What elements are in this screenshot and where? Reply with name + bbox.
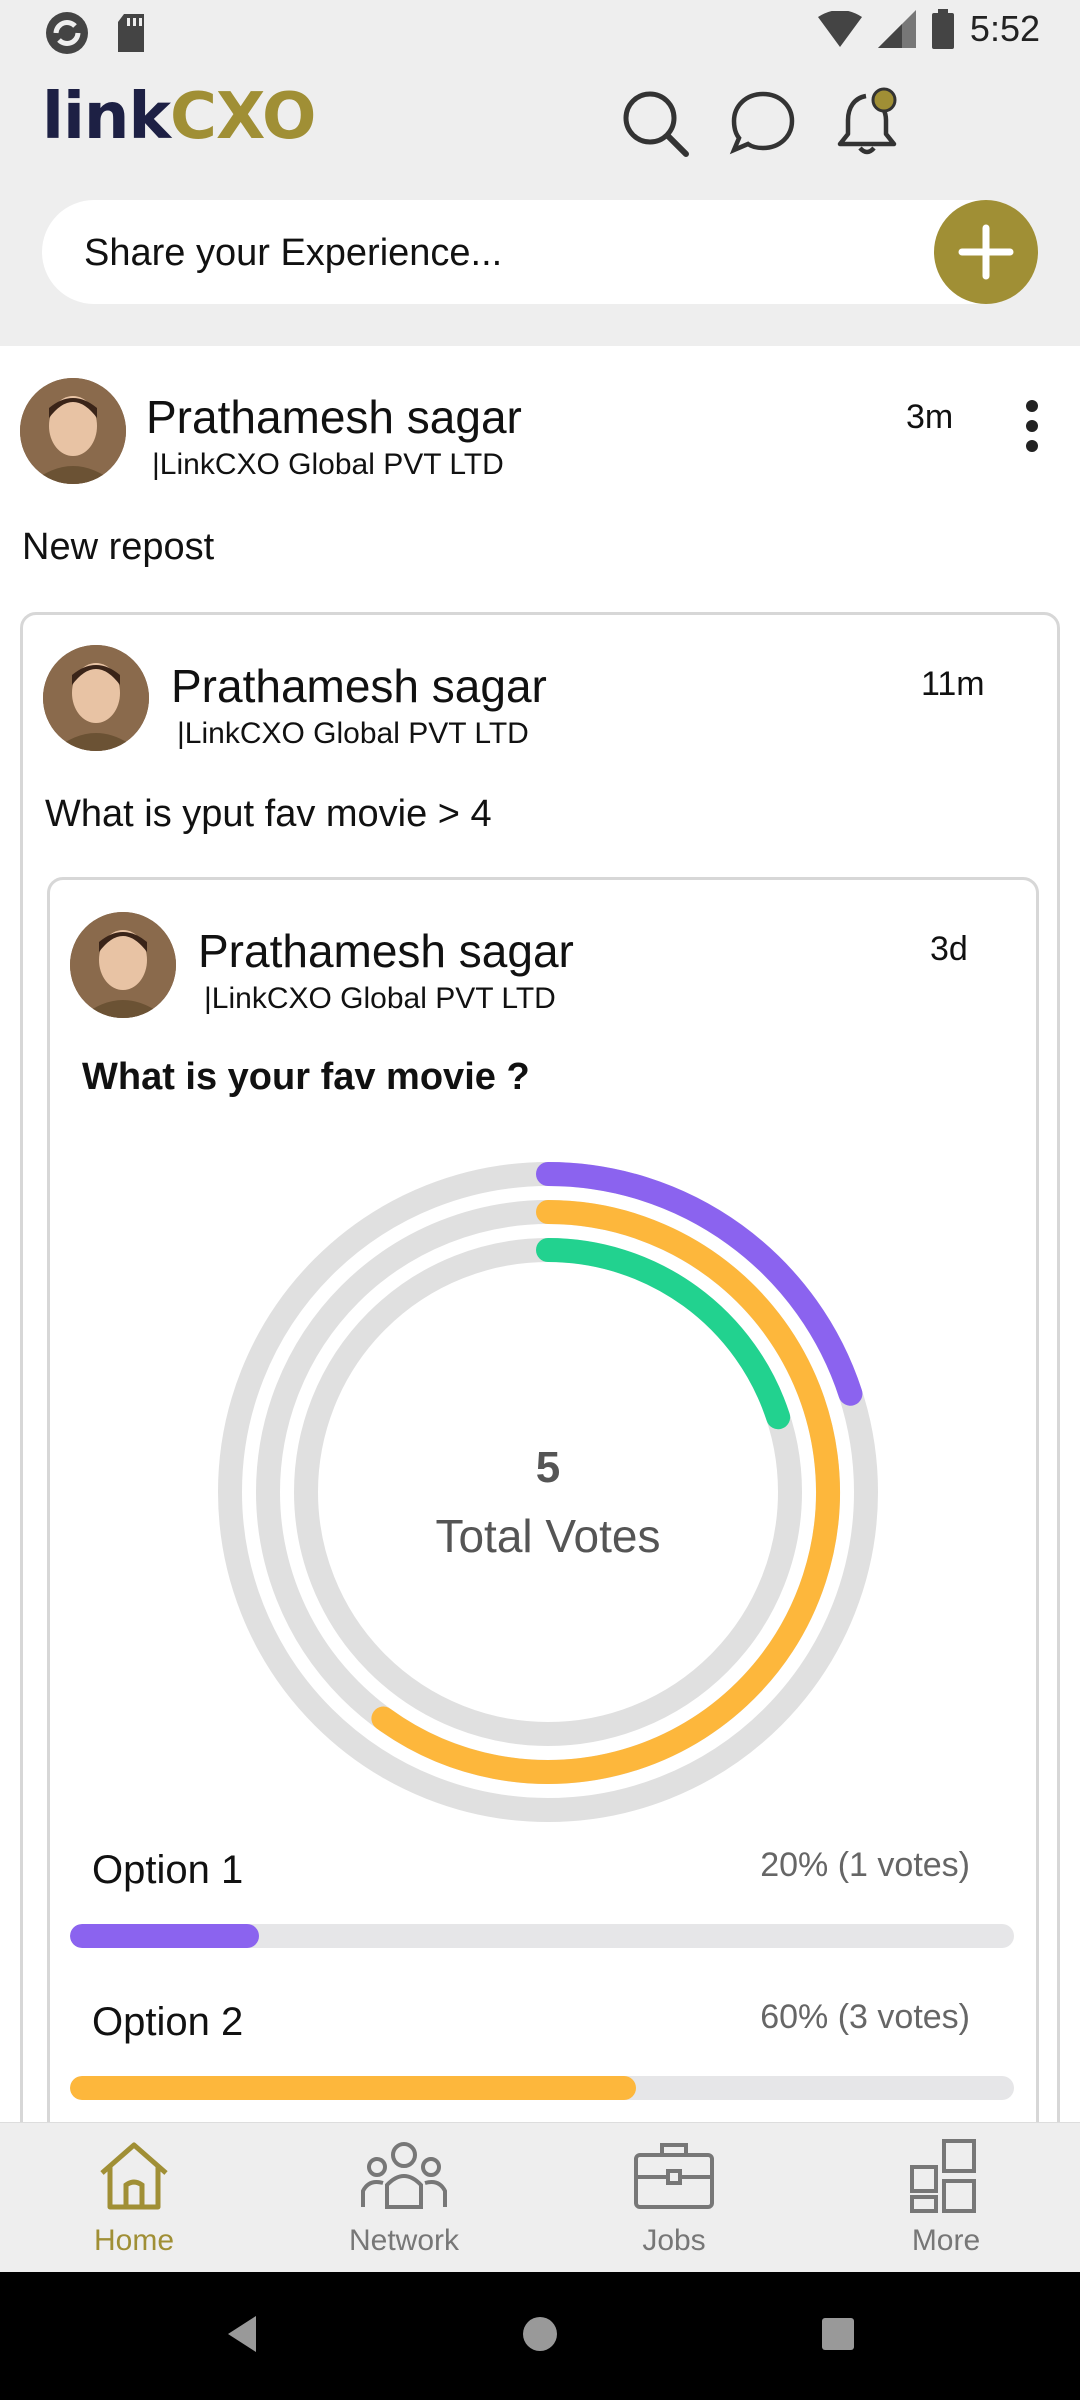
poll-option-bar-fill (70, 2076, 637, 2100)
wifi-icon (817, 11, 862, 47)
poll-question: What is your fav movie ? (82, 1056, 530, 1098)
repost-author[interactable]: Prathamesh sagar (171, 659, 547, 713)
poll-option-bar (70, 1924, 1014, 1948)
feed: Prathamesh sagar |LinkCXO Global PVT LTD… (0, 346, 1080, 2122)
nav-more[interactable]: More (846, 2137, 1046, 2258)
nav-jobs[interactable]: Jobs (574, 2137, 774, 2258)
clock: 5:52 (969, 8, 1040, 49)
home-icon (100, 2142, 168, 2210)
status-bar: 5:52 (0, 0, 1080, 62)
bottom-navigation: Home Network Jobs More (0, 2122, 1080, 2272)
notification-bell-icon[interactable] (832, 86, 906, 160)
repost-company: |LinkCXO Global PVT LTD (177, 717, 529, 750)
chat-icon[interactable] (726, 86, 800, 160)
plus-icon (958, 224, 1014, 280)
poll-option-percent: 60% (3 votes) (760, 1998, 970, 2036)
nav-home[interactable]: Home (34, 2137, 234, 2258)
linkcxo-logo: linkCXO (42, 80, 316, 170)
post-text: New repost (22, 526, 215, 568)
poll-company: |LinkCXO Global PVT LTD (204, 982, 556, 1015)
logo-cxo-text: CXO (170, 80, 316, 154)
signal-icon (877, 10, 916, 48)
battery-icon (931, 9, 954, 49)
repost-time: 11m (921, 665, 985, 703)
poll-time: 3d (930, 930, 968, 968)
poll-author[interactable]: Prathamesh sagar (198, 924, 574, 978)
total-votes-count: 5 (536, 1443, 560, 1492)
more-options-icon[interactable] (1022, 398, 1042, 454)
total-votes-label: Total Votes (435, 1510, 660, 1562)
nav-jobs-label: Jobs (642, 2224, 706, 2257)
logo-link-text: link (42, 80, 171, 154)
nav-network[interactable]: Network (304, 2137, 504, 2258)
briefcase-icon (634, 2143, 714, 2209)
home-circle-icon[interactable] (520, 2312, 560, 2356)
recents-icon[interactable] (818, 2312, 858, 2356)
grid-icon (910, 2139, 976, 2213)
poll-card[interactable]: Prathamesh sagar |LinkCXO Global PVT LTD… (47, 877, 1039, 2122)
create-post-button[interactable] (934, 200, 1038, 304)
avatar[interactable] (70, 912, 176, 1018)
poll-ring-arc-option-2 (371, 1200, 840, 1784)
poll-option-bar-fill (70, 1924, 259, 1948)
back-icon[interactable] (222, 2312, 262, 2356)
search-icon[interactable] (618, 86, 692, 160)
post-company: |LinkCXO Global PVT LTD (152, 448, 504, 481)
repost-text: What is yput fav movie > 4 (45, 793, 492, 835)
app-header: linkCXO Share your Experience... (0, 62, 1080, 342)
system-navigation-bar (0, 2272, 1080, 2400)
sd-card-icon (118, 14, 144, 52)
network-icon (361, 2142, 447, 2209)
post-author[interactable]: Prathamesh sagar (146, 390, 522, 444)
repost-card[interactable]: Prathamesh sagar |LinkCXO Global PVT LTD… (20, 612, 1060, 2122)
sync-icon (46, 12, 88, 54)
poll-results-chart: 5 Total Votes (218, 1162, 878, 1822)
avatar[interactable] (43, 645, 149, 751)
avatar[interactable] (20, 378, 126, 484)
share-experience-input[interactable]: Share your Experience... (42, 200, 1038, 304)
post-time: 3m (906, 398, 954, 436)
nav-home-label: Home (93, 2224, 175, 2257)
poll-option-label: Option 1 (92, 1848, 244, 1892)
share-placeholder: Share your Experience... (84, 232, 503, 274)
nav-more-label: More (911, 2224, 981, 2257)
poll-option-percent: 20% (1 votes) (760, 1846, 970, 1884)
poll-option-bar (70, 2076, 1014, 2100)
nav-network-label: Network (348, 2224, 460, 2257)
poll-option-label: Option 2 (92, 2000, 244, 2044)
